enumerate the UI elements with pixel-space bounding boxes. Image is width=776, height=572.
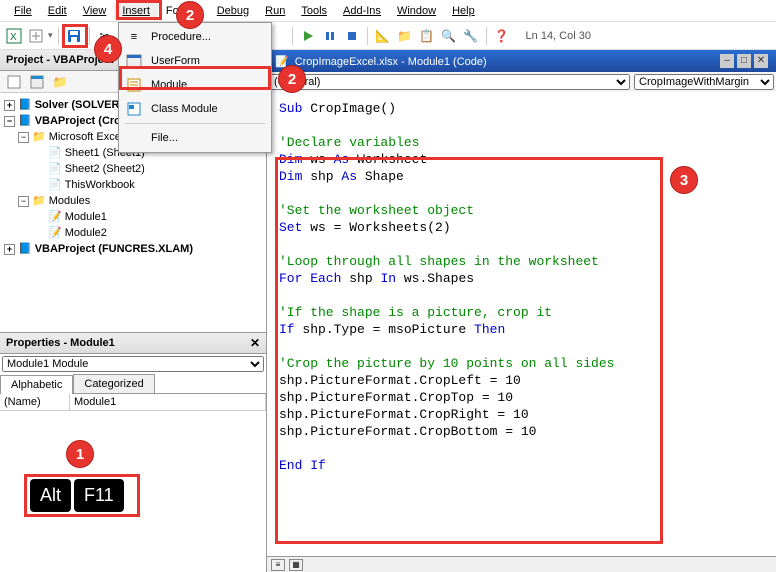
tab-categorized[interactable]: Categorized (73, 374, 154, 393)
tree-thisworkbook[interactable]: 📄ThisWorkbook (4, 177, 262, 193)
code-window-title: 📝CropImageExcel.xlsx - Module1 (Code) –□… (267, 50, 776, 72)
menu-bar: File Edit View Insert Format Debug Run T… (0, 0, 776, 22)
prop-name-value[interactable]: Module1 (70, 394, 266, 410)
tb-excel-icon[interactable]: X (4, 26, 24, 46)
procedure-icon: ≡ (125, 29, 143, 45)
userform-icon (125, 53, 143, 69)
menu-edit[interactable]: Edit (40, 3, 75, 19)
tb-break-icon[interactable] (320, 26, 340, 46)
toggle-folders-icon[interactable]: 📁 (50, 72, 70, 92)
tb-browser-icon[interactable]: 🔍 (439, 26, 459, 46)
tb-toolbox-icon[interactable]: 🔧 (461, 26, 481, 46)
object-dropdown[interactable]: (General) (269, 74, 630, 90)
dd-class-module[interactable]: Class Module (121, 97, 269, 121)
dd-file[interactable]: File... (121, 126, 269, 150)
tb-run-icon[interactable] (298, 26, 318, 46)
svg-text:X: X (10, 32, 17, 43)
tb-insert-icon[interactable] (26, 26, 46, 46)
properties-panel: Properties - Module1 ✕ Module1 Module Al… (0, 332, 266, 572)
key-f11: F11 (74, 479, 124, 512)
menu-tools[interactable]: Tools (293, 3, 335, 19)
tree-module2[interactable]: 📝Module2 (4, 225, 262, 241)
tree-funcres[interactable]: +📘VBAProject (FUNCRES.XLAM) (4, 241, 262, 257)
key-alt: Alt (30, 479, 71, 512)
cursor-position: Ln 14, Col 30 (526, 30, 591, 42)
menu-debug[interactable]: Debug (209, 3, 257, 19)
module-icon (125, 77, 143, 93)
procedure-view-icon[interactable]: ≡ (271, 559, 285, 571)
ann-num-4: 4 (94, 35, 122, 63)
code-max-icon[interactable]: □ (737, 54, 751, 68)
tb-save-icon[interactable] (64, 26, 84, 46)
ann-shortcut-keys: Alt F11 (30, 479, 124, 512)
menu-help[interactable]: Help (444, 3, 483, 19)
menu-insert[interactable]: Insert (114, 3, 158, 19)
full-view-icon[interactable]: ▦ (289, 559, 303, 571)
insert-dropdown: ≡Procedure... UserForm Module Class Modu… (118, 22, 272, 153)
menu-window[interactable]: Window (389, 3, 444, 19)
tb-design-icon[interactable]: 📐 (373, 26, 393, 46)
class-module-icon (125, 101, 143, 117)
prop-name-label: (Name) (0, 394, 70, 410)
menu-view[interactable]: View (75, 3, 115, 19)
dd-procedure[interactable]: ≡Procedure... (121, 25, 269, 49)
ann-num-3: 3 (670, 166, 698, 194)
ann-num-1: 1 (66, 440, 94, 468)
ann-num-2a: 2 (176, 1, 204, 29)
ann-num-2b: 2 (278, 65, 306, 93)
tb-help-icon[interactable]: ❓ (492, 26, 512, 46)
tree-modules-folder[interactable]: −📁Modules (4, 193, 262, 209)
tb-properties-icon[interactable]: 📋 (417, 26, 437, 46)
dd-module[interactable]: Module (121, 73, 269, 97)
code-close-icon[interactable]: ✕ (754, 54, 768, 68)
tree-module1[interactable]: 📝Module1 (4, 209, 262, 225)
menu-addins[interactable]: Add-Ins (335, 3, 389, 19)
dd-userform[interactable]: UserForm (121, 49, 269, 73)
tb-project-icon[interactable]: 📁 (395, 26, 415, 46)
tree-sheet2[interactable]: 📄Sheet2 (Sheet2) (4, 161, 262, 177)
menu-file[interactable]: File (6, 3, 40, 19)
procedure-dropdown[interactable]: CropImageWithMargin (634, 74, 774, 90)
properties-title: Properties - Module1 ✕ (0, 333, 266, 354)
code-editor[interactable]: Sub CropImage() 'Declare variables Dim w… (267, 92, 776, 556)
view-code-icon[interactable] (4, 72, 24, 92)
code-min-icon[interactable]: – (720, 54, 734, 68)
tb-reset-icon[interactable] (342, 26, 362, 46)
menu-run[interactable]: Run (257, 3, 293, 19)
view-object-icon[interactable] (27, 72, 47, 92)
tab-alphabetic[interactable]: Alphabetic (0, 375, 73, 394)
properties-selector[interactable]: Module1 Module (2, 356, 264, 372)
properties-close-icon[interactable]: ✕ (250, 336, 260, 350)
code-view-buttons: ≡ ▦ (267, 556, 776, 572)
